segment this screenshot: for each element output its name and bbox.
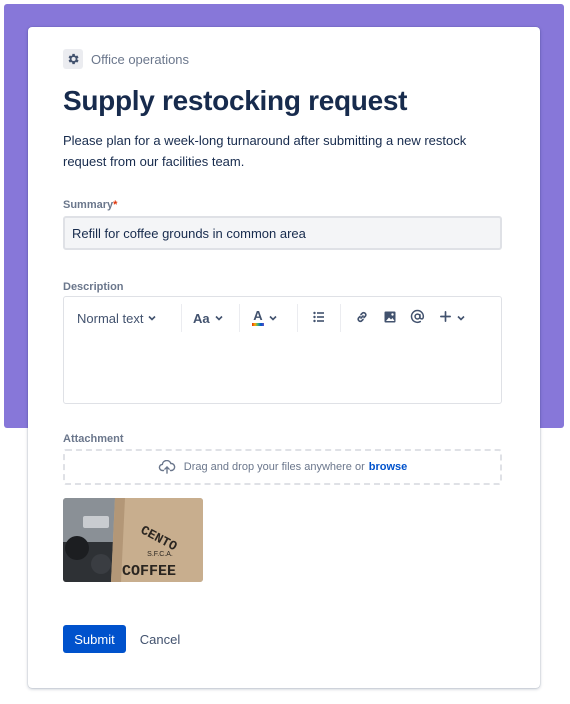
insert-plus-icon [439, 310, 452, 326]
toolbar-divider [297, 304, 298, 332]
project-name: Office operations [91, 51, 190, 67]
description-label: Description [63, 281, 124, 293]
browse-link[interactable]: browse [369, 461, 408, 473]
insert-menu-button[interactable] [439, 303, 466, 333]
editor-toolbar: Normal text Aa A [64, 297, 501, 339]
summary-label-text: Summary [63, 199, 114, 211]
bullet-list-icon [312, 310, 326, 327]
mention-button[interactable] [410, 303, 425, 333]
attachment-dropzone[interactable]: Drag and drop your files anywhere or bro… [63, 449, 502, 485]
summary-input-value: Refill for coffee grounds in common area [72, 225, 306, 241]
text-color-button[interactable]: A [252, 303, 278, 333]
link-button[interactable] [355, 303, 369, 333]
text-style-dropdown[interactable]: Normal text [77, 303, 157, 333]
bag-location-text: S.F.C.A. [147, 551, 173, 558]
dropzone-text: Drag and drop your files anywhere or [183, 461, 365, 473]
chevron-down-icon [456, 313, 466, 323]
submit-button[interactable]: Submit [63, 625, 126, 653]
cloud-upload-icon [158, 460, 176, 474]
project-breadcrumb[interactable]: Office operations [63, 49, 189, 69]
image-button[interactable] [383, 303, 397, 333]
attachment-thumbnail[interactable]: CENTO S.F.C.A. COFFEE [63, 498, 203, 582]
summary-input[interactable]: Refill for coffee grounds in common area [63, 216, 502, 250]
chevron-down-icon [147, 313, 157, 323]
text-color-icon: A [252, 308, 264, 326]
coffee-bag-image: CENTO S.F.C.A. COFFEE [63, 498, 203, 582]
text-color-glyph: A [253, 308, 263, 323]
font-size-icon: Aa [193, 310, 210, 326]
page-title: Supply restocking request [63, 85, 408, 116]
text-style-label: Normal text [77, 310, 144, 326]
bag-coffee-text: COFFEE [122, 563, 176, 580]
mention-icon [410, 309, 425, 327]
cancel-button[interactable]: Cancel [132, 625, 188, 653]
description-editor[interactable]: Normal text Aa A [63, 296, 502, 404]
link-icon [355, 310, 369, 327]
gear-icon [63, 49, 83, 69]
toolbar-divider [181, 304, 182, 332]
chevron-down-icon [268, 313, 278, 323]
chevron-down-icon [214, 313, 224, 323]
toolbar-divider [239, 304, 240, 332]
font-size-button[interactable]: Aa [193, 303, 224, 333]
attachment-label: Attachment [63, 433, 124, 445]
request-form-card: Office operations Supply restocking requ… [28, 27, 540, 688]
page-description: Please plan for a week-long turnaround a… [63, 133, 467, 169]
summary-label: Summary* [63, 199, 117, 211]
required-indicator: * [113, 199, 118, 211]
image-icon [383, 310, 397, 327]
bullet-list-button[interactable] [312, 303, 326, 333]
toolbar-divider [340, 304, 341, 332]
